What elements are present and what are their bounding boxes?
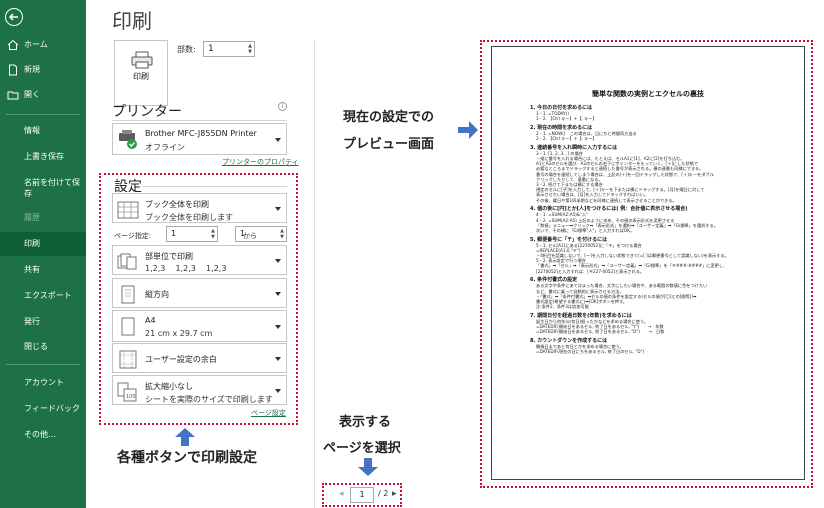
nav-options[interactable]: その他... — [0, 424, 86, 446]
down-arrow-icon — [358, 458, 378, 476]
settings-highlight-box — [99, 173, 298, 425]
preview-highlight-box — [480, 40, 813, 488]
print-button[interactable]: 印刷 — [114, 40, 168, 106]
nav-feedback[interactable]: フィードバック — [0, 398, 86, 420]
excel-print-backstage: ホーム 新規 開く 情報 上書き保存 名前を付けて保 存 履歴 印刷 共有 エク… — [0, 0, 824, 508]
page-nav-highlight-box — [322, 483, 402, 507]
nav-options-label: その他... — [24, 430, 56, 439]
nav-export[interactable]: エクスポート — [0, 285, 86, 307]
printer-dropdown[interactable]: Brother MFC-J855DN Printer オフライン — [112, 123, 287, 155]
nav-account[interactable]: アカウント — [0, 372, 86, 394]
nav-new-label: 新規 — [24, 65, 40, 74]
printer-heading-divider — [112, 120, 287, 121]
nav-info-label: 情報 — [24, 126, 40, 135]
spinner-arrows-icon[interactable]: ▲ ▼ — [248, 43, 252, 55]
printer-status: オフライン — [145, 143, 185, 152]
nav-save-label: 上書き保存 — [24, 152, 64, 161]
back-arrow-icon[interactable] — [5, 8, 23, 26]
printer-name: Brother MFC-J855DN Printer — [145, 129, 257, 138]
nav-open-label: 開く — [24, 90, 40, 99]
copies-value: 1 — [208, 44, 214, 54]
nav-save-as[interactable]: 名前を付けて保 存 — [0, 175, 86, 201]
nav-open[interactable]: 開く — [0, 84, 86, 106]
nav-home-label: ホーム — [24, 40, 48, 49]
nav-home[interactable]: ホーム — [0, 34, 86, 56]
page-select-annotation-line1: 表示する — [339, 415, 392, 430]
nav-feedback-label: フィードバック — [24, 404, 80, 413]
nav-save[interactable]: 上書き保存 — [0, 146, 86, 168]
nav-divider — [6, 114, 80, 115]
preview-annotation-line2: プレビュー画面 — [343, 137, 435, 152]
nav-account-label: アカウント — [24, 378, 64, 387]
nav-history: 履歴 — [0, 207, 86, 229]
nav-print-label: 印刷 — [24, 239, 40, 248]
info-icon[interactable]: i — [278, 102, 287, 111]
nav-share-label: 共有 — [24, 265, 40, 274]
chevron-down-icon — [275, 138, 281, 142]
page-select-annotation-line2: ページを選択 — [323, 441, 401, 456]
nav-close[interactable]: 閉じる — [0, 336, 86, 358]
nav-publish[interactable]: 発行 — [0, 311, 86, 333]
right-arrow-icon — [458, 121, 478, 139]
copies-stepper[interactable]: 1 ▲ ▼ — [203, 41, 255, 57]
nav-save-as-label-line2: 存 — [24, 189, 32, 198]
nav-publish-label: 発行 — [24, 317, 40, 326]
nav-divider — [6, 364, 80, 365]
preview-annotation-line1: 現在の設定での — [343, 110, 435, 125]
copies-label: 部数: — [177, 45, 196, 54]
home-icon — [7, 39, 19, 50]
up-arrow-icon — [175, 428, 195, 446]
settings-annotation: 各種ボタンで印刷設定 — [117, 450, 257, 466]
nav-export-label: エクスポート — [24, 291, 72, 300]
nav-history-label: 履歴 — [24, 213, 40, 222]
nav-new[interactable]: 新規 — [0, 59, 86, 81]
panel-divider — [314, 40, 315, 508]
printer-properties-link[interactable]: プリンターのプロパティ — [222, 157, 299, 167]
printer-heading: プリンター — [112, 104, 182, 120]
folder-open-icon — [7, 91, 19, 100]
print-button-label: 印刷 — [133, 72, 149, 81]
printer-icon — [131, 51, 153, 69]
backstage-nav: ホーム 新規 開く 情報 上書き保存 名前を付けて保 存 履歴 印刷 共有 エク… — [0, 0, 86, 508]
printer-icon — [119, 130, 137, 149]
nav-save-as-label-line1: 名前を付けて保 — [24, 178, 80, 187]
nav-close-label: 閉じる — [24, 342, 48, 351]
nav-info[interactable]: 情報 — [0, 120, 86, 142]
nav-share[interactable]: 共有 — [0, 259, 86, 281]
page-title: 印刷 — [112, 9, 152, 33]
new-file-icon — [9, 64, 17, 76]
nav-print[interactable]: 印刷 — [0, 232, 86, 256]
